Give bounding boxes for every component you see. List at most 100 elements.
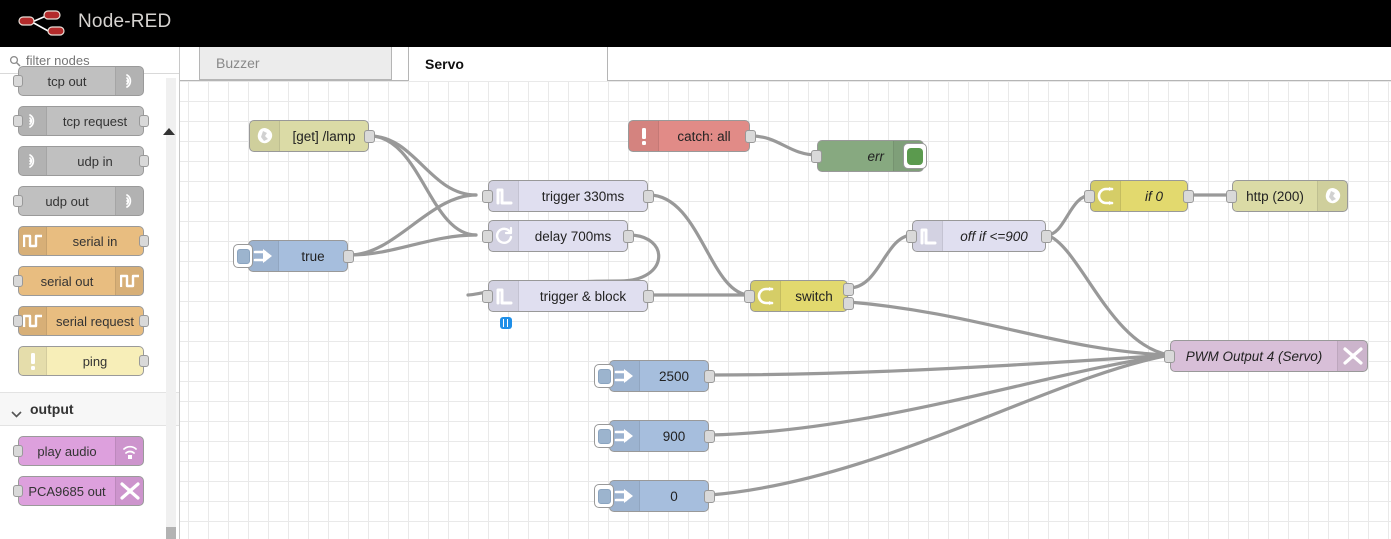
palette-node-label: udp in	[77, 153, 113, 169]
node-input-port[interactable]	[744, 290, 755, 303]
palette-node-input-port	[13, 275, 23, 287]
flow-node-trigger-block[interactable]: trigger & block	[482, 280, 654, 329]
palette-node-play-audio[interactable]: play audio	[13, 436, 144, 466]
inject-trigger-button[interactable]	[233, 244, 253, 268]
switch-icon	[751, 281, 781, 311]
flow-node-label: PWM Output 4 (Servo)	[1185, 348, 1323, 364]
node-output-port[interactable]	[643, 190, 654, 203]
inject-trigger-button[interactable]	[594, 364, 614, 388]
flow-node-label: 0	[670, 488, 678, 504]
inject-trigger-button[interactable]	[594, 484, 614, 508]
node-red-editor: Node-RED tcp out tcp request udp in udp out…	[0, 0, 1391, 539]
palette-node-input-port	[13, 485, 23, 497]
flow-node-inject-true[interactable]: true	[233, 240, 354, 272]
node-input-port[interactable]	[906, 230, 917, 243]
pca9685-icon	[1337, 341, 1367, 371]
palette-node-label: tcp request	[62, 113, 128, 129]
palette-sidebar: tcp out tcp request udp in udp out serial in…	[0, 47, 180, 539]
palette-scrollbar-thumb[interactable]	[166, 527, 176, 539]
flow-node-off-if-900[interactable]: off if <=900	[906, 220, 1052, 252]
flow-tab-buzzer[interactable]: Buzzer	[199, 47, 392, 80]
signal-icon	[115, 67, 143, 95]
node-input-port[interactable]	[482, 290, 493, 303]
palette-node-serial-request[interactable]: serial request	[13, 306, 149, 336]
flow-tab-bar: Buzzer Servo	[180, 47, 1391, 82]
palette-category-output[interactable]: output	[0, 392, 179, 426]
palette-scrollbar-track[interactable]	[166, 78, 176, 539]
node-output-port[interactable]	[1041, 230, 1052, 243]
palette-node-output-port	[139, 315, 149, 327]
flow-canvas[interactable]: [get] /lamp catch: all err trigger 330ms del…	[180, 81, 1391, 539]
inject-icon	[610, 481, 640, 511]
palette-node-label: play audio	[37, 443, 97, 459]
node-input-port[interactable]	[1226, 190, 1237, 203]
trigger-icon	[489, 181, 519, 211]
flow-node-inject-900[interactable]: 900	[594, 420, 715, 452]
node-output-port[interactable]	[745, 130, 756, 143]
app-header: Node-RED	[0, 0, 1391, 47]
palette-node-ping[interactable]: ping	[18, 346, 149, 376]
flow-node-inject-0[interactable]: 0	[594, 480, 715, 512]
flow-node-inject-2500[interactable]: 2500	[594, 360, 715, 392]
trigger-icon	[913, 221, 943, 251]
flow-node-get-lamp[interactable]: [get] /lamp	[249, 120, 375, 152]
flow-node-debug-err[interactable]: err	[811, 140, 927, 172]
palette-node-tcp-request[interactable]: tcp request	[13, 106, 149, 136]
pca9685-icon	[115, 477, 143, 505]
flow-node-label: 900	[662, 428, 686, 444]
flow-tab-servo[interactable]: Servo	[408, 47, 608, 82]
node-input-port[interactable]	[482, 230, 493, 243]
inject-trigger-button[interactable]	[594, 424, 614, 448]
flow-node-pwm-out[interactable]: PWM Output 4 (Servo)	[1164, 340, 1368, 372]
flow-node-trigger-330[interactable]: trigger 330ms	[482, 180, 654, 212]
node-output-port[interactable]	[704, 430, 715, 443]
node-input-port[interactable]	[482, 190, 493, 203]
flow-node-label: 2500	[658, 368, 690, 384]
node-output-port-2[interactable]	[843, 297, 854, 310]
debug-toggle-button[interactable]	[903, 143, 927, 169]
node-output-port[interactable]	[343, 250, 354, 263]
flow-node-label: switch	[795, 288, 833, 304]
node-status-indicator	[500, 317, 512, 329]
palette-node-tcp-out[interactable]: tcp out	[13, 66, 144, 96]
flow-node-label: trigger & block	[539, 288, 627, 304]
http-out-icon	[1317, 181, 1347, 211]
node-output-port-1[interactable]	[843, 283, 854, 296]
node-input-port[interactable]	[1164, 350, 1175, 363]
node-input-port[interactable]	[811, 150, 822, 163]
node-output-port[interactable]	[364, 130, 375, 143]
palette-node-udp-in[interactable]: udp in	[18, 146, 149, 176]
palette-node-output-port	[139, 155, 149, 167]
alert-icon	[629, 121, 659, 151]
search-icon	[9, 54, 21, 67]
flow-node-if-0[interactable]: if 0	[1084, 180, 1194, 212]
palette-node-output-port	[139, 355, 149, 367]
flow-node-catch-all[interactable]: catch: all	[628, 120, 756, 152]
palette-node-serial-in[interactable]: serial in	[18, 226, 149, 256]
palette-node-udp-out[interactable]: udp out	[13, 186, 144, 216]
flow-tab-label: Buzzer	[216, 55, 260, 71]
inject-icon	[249, 241, 279, 271]
node-output-port[interactable]	[704, 370, 715, 383]
flow-node-label: [get] /lamp	[292, 128, 356, 144]
serial-icon	[19, 227, 47, 255]
flow-node-delay-700[interactable]: delay 700ms	[482, 220, 634, 252]
scroll-up-arrow-icon[interactable]	[162, 123, 176, 141]
inject-icon	[610, 421, 640, 451]
node-output-port[interactable]	[1183, 190, 1194, 203]
flow-node-label: err	[867, 148, 885, 164]
palette-node-output-port	[139, 235, 149, 247]
flow-node-switch[interactable]: switch	[744, 280, 854, 312]
signal-icon	[19, 147, 47, 175]
flow-node-label: true	[301, 248, 325, 264]
trigger-icon	[489, 281, 519, 311]
node-output-port[interactable]	[643, 290, 654, 303]
palette-node-pca9685-out[interactable]: PCA9685 out	[13, 476, 144, 506]
palette-node-input-port	[13, 315, 23, 327]
node-output-port[interactable]	[623, 230, 634, 243]
flow-tab-label: Servo	[425, 56, 464, 72]
flow-node-http-200[interactable]: http (200)	[1226, 180, 1348, 212]
palette-node-serial-out[interactable]: serial out	[13, 266, 144, 296]
node-input-port[interactable]	[1084, 190, 1095, 203]
node-output-port[interactable]	[704, 490, 715, 503]
